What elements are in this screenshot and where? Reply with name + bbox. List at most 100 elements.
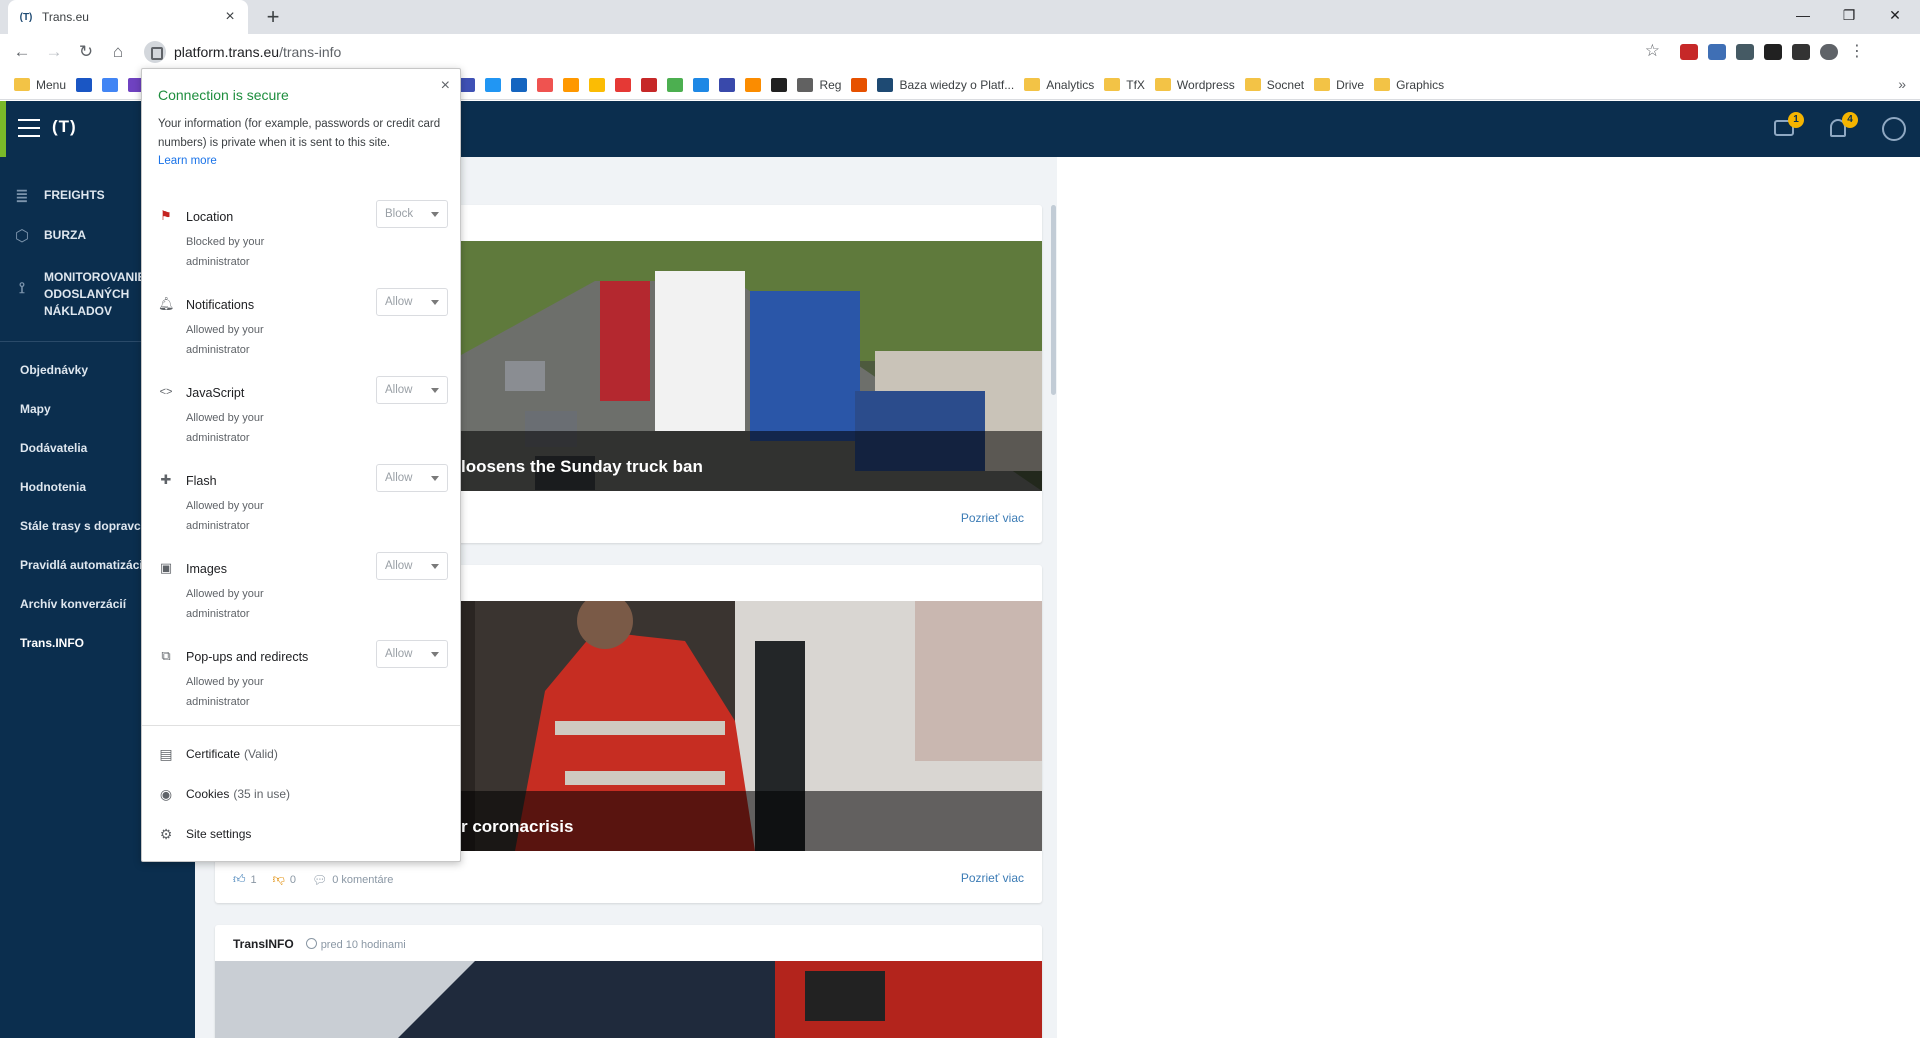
bookmark-favicon-icon (563, 77, 580, 92)
bookmark-item[interactable] (851, 77, 868, 92)
read-more-link[interactable]: Pozrieť viac (961, 511, 1024, 525)
bookmark-item[interactable] (589, 77, 606, 92)
bookmark-item[interactable] (615, 77, 632, 92)
post-time: pred 10 hodinami (305, 937, 406, 951)
mail-extension-icon[interactable] (1792, 44, 1810, 60)
bookmark-item[interactable]: Graphics (1374, 78, 1444, 92)
bell-icon: 🔔︎ (158, 296, 175, 311)
news-card[interactable]: TransINFO pred 10 hodinami (215, 925, 1042, 1038)
bookmark-favicon-icon (877, 77, 894, 92)
dropdown-arrow-icon (431, 300, 439, 305)
bookmark-item[interactable]: Baza wiedzy o Platf... (877, 77, 1014, 92)
folder-icon (1374, 78, 1391, 91)
messages-icon[interactable]: 1 (1772, 112, 1804, 141)
url-text[interactable]: platform.trans.eu/trans-info (174, 44, 341, 60)
bookmark-favicon-icon (537, 77, 554, 92)
bookmark-item[interactable] (667, 77, 684, 92)
glasses-extension-icon[interactable] (1764, 44, 1782, 60)
bookmark-item[interactable] (771, 77, 788, 92)
transeu-logo[interactable]: (T) (52, 117, 77, 137)
bookmark-item[interactable] (693, 77, 710, 92)
card-source: TransINFO pred 10 hodinami (233, 937, 406, 951)
permission-status: Blocked by your administrator (186, 236, 265, 268)
bookmark-item[interactable] (76, 77, 93, 92)
permission-select[interactable]: Allow (376, 640, 448, 668)
bookmark-favicon-icon (511, 77, 528, 92)
extensions-area: ⋮ (1680, 44, 1866, 60)
bookmarks-overflow-button[interactable]: » (1898, 76, 1906, 92)
bookmark-item[interactable]: Drive (1314, 78, 1364, 92)
bookmark-item[interactable] (102, 77, 119, 92)
hamburger-menu-icon[interactable] (18, 119, 40, 137)
puzzle-icon: ✚ (160, 472, 172, 487)
source-name[interactable]: TransINFO (233, 937, 294, 951)
bookmark-favicon-icon (693, 77, 710, 92)
adblock-extension-icon[interactable] (1680, 44, 1698, 60)
menu-dots-icon[interactable]: ⋮ (1848, 44, 1866, 60)
bookmark-item[interactable]: Menu (14, 78, 66, 92)
sidebar-item-burza[interactable]: ⬡ BURZA (12, 227, 86, 247)
cookies-link[interactable]: ◉ Cookies (35 in use) (158, 786, 290, 802)
comments-button[interactable]: 💬︎ 0 komentáre (312, 873, 393, 887)
permission-select[interactable]: Allow (376, 376, 448, 404)
popup-title: Connection is secure (158, 87, 289, 103)
card-headline[interactable]: loosens the Sunday truck ban (461, 457, 703, 477)
news-extension-icon[interactable] (1736, 44, 1754, 60)
bookmark-item[interactable]: TfX (1104, 78, 1145, 92)
forward-icon[interactable]: → (40, 38, 68, 66)
bookmark-favicon-icon (459, 77, 476, 92)
notifications-bell-icon[interactable]: 4 (1826, 112, 1858, 141)
bookmark-item[interactable] (511, 77, 528, 92)
user-account-icon[interactable] (1882, 117, 1906, 141)
read-more-link[interactable]: Pozrieť viac (961, 871, 1024, 885)
permission-select[interactable]: Block (376, 200, 448, 228)
bookmark-item[interactable] (745, 77, 762, 92)
minimize-button[interactable]: — (1780, 0, 1826, 30)
home-icon[interactable]: ⌂ (104, 38, 132, 66)
bookmark-star-icon[interactable]: ☆ (1645, 41, 1660, 61)
cookies-label: Cookies (186, 787, 230, 801)
comment-count: 0 komentáre (332, 873, 394, 886)
profile-icon[interactable] (1820, 44, 1838, 60)
permission-value: Allow (385, 296, 413, 308)
bookmark-item[interactable] (485, 77, 502, 92)
site-settings-link[interactable]: ⚙ Site settings (158, 826, 252, 842)
bookmark-favicon-icon (667, 77, 684, 92)
back-icon[interactable]: ← (8, 38, 36, 66)
bookmark-item[interactable]: Wordpress (1154, 78, 1235, 92)
permission-images: ▣ Images Allowed by your administrator A… (158, 552, 448, 628)
restore-button[interactable]: ❐ (1826, 0, 1872, 30)
bookmark-item[interactable]: Analytics (1024, 78, 1094, 92)
bookmark-item[interactable] (537, 77, 554, 92)
permission-select[interactable]: Allow (376, 552, 448, 580)
dislike-button[interactable]: 👎︎ 0 (273, 872, 296, 887)
like-button[interactable]: 👍︎ 1 (233, 872, 257, 887)
cursor-extension-icon[interactable] (1708, 44, 1726, 60)
new-tab-button[interactable]: + (260, 4, 286, 30)
permission-value: Block (385, 208, 414, 220)
bookmark-item[interactable]: Reg (797, 77, 841, 92)
close-tab-icon[interactable]: × (222, 9, 238, 25)
bookmark-item[interactable] (719, 77, 736, 92)
permission-value: Allow (385, 648, 413, 660)
reload-icon[interactable]: ↻ (72, 38, 100, 66)
permission-select[interactable]: Allow (376, 464, 448, 492)
lock-icon[interactable] (144, 41, 166, 63)
bookmark-item[interactable] (459, 77, 476, 92)
window-close-button[interactable]: ✕ (1872, 0, 1918, 30)
popup-close-icon[interactable]: × (441, 77, 450, 95)
certificate-link[interactable]: ▤ Certificate (Valid) (158, 746, 277, 762)
feed-scrollbar[interactable] (1051, 205, 1056, 395)
address-bar[interactable]: platform.trans.eu/trans-info ☆ (140, 38, 1670, 66)
bookmark-item[interactable] (641, 77, 658, 92)
card-headline[interactable]: r coronacrisis (461, 817, 573, 837)
learn-more-link[interactable]: Learn more (158, 155, 217, 167)
sidebar-item-freights[interactable]: ≣ FREIGHTS (12, 187, 104, 207)
header-accent (0, 101, 6, 157)
permission-select[interactable]: Allow (376, 288, 448, 316)
permission-value: Allow (385, 560, 413, 572)
browser-tab[interactable]: (T) Trans.eu × (8, 0, 248, 34)
bookmark-item[interactable] (563, 77, 580, 92)
bookmark-item[interactable]: Socnet (1244, 78, 1304, 92)
bookmark-label: Graphics (1396, 77, 1445, 92)
